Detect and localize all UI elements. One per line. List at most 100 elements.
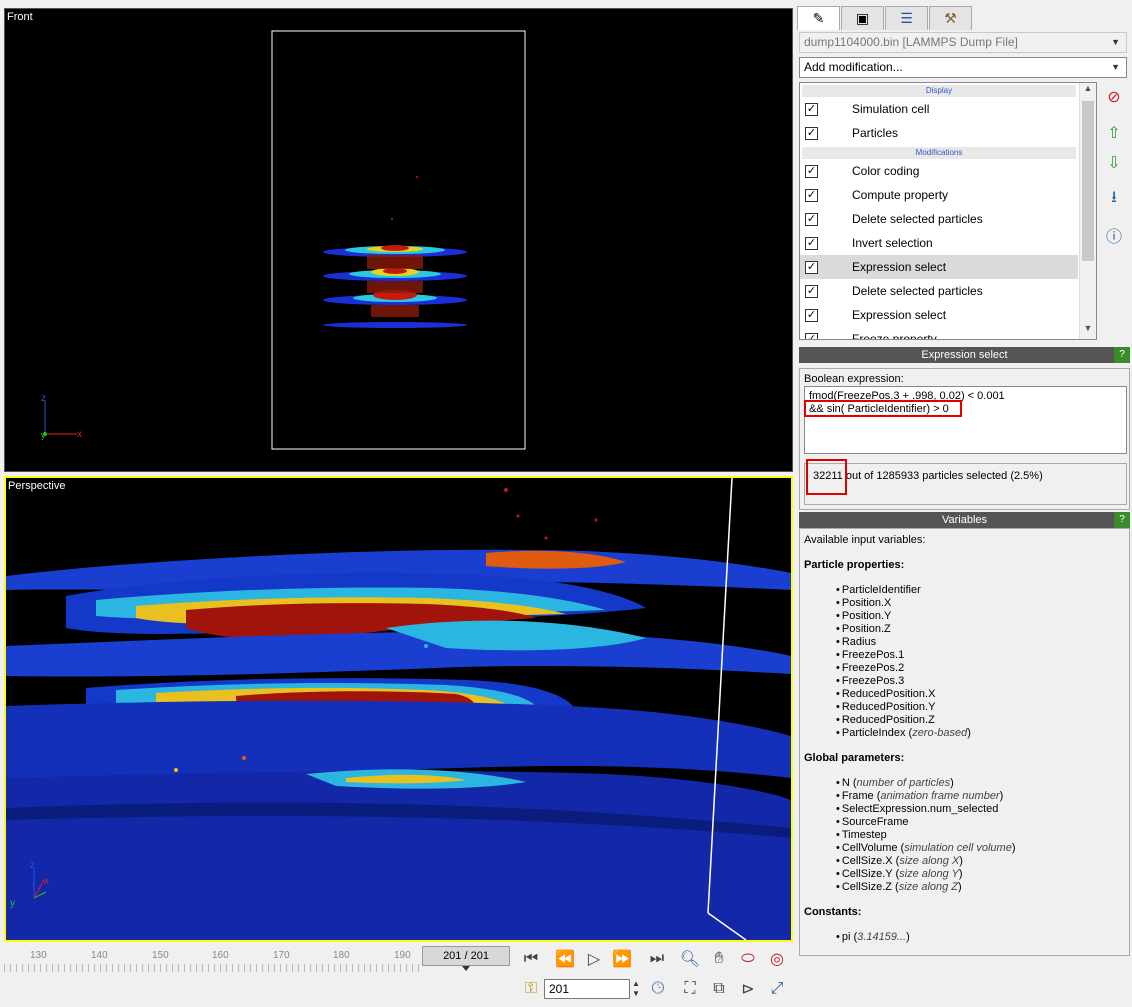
global-parameters-title: Global parameters: bbox=[804, 752, 905, 764]
scrollbar-thumb[interactable] bbox=[1082, 101, 1094, 261]
pipeline-scrollbar[interactable]: ▲ ▼ bbox=[1079, 83, 1096, 339]
pipeline-source-label: dump1104000.bin [LAMMPS Dump File] bbox=[804, 35, 1018, 49]
checkbox[interactable]: ✓ bbox=[805, 164, 818, 178]
selected-summary: out of 1285933 particles selected (2.5%) bbox=[842, 470, 1043, 482]
pipeline-item[interactable]: ✓ Freeze property bbox=[800, 327, 1078, 340]
checkbox[interactable]: ✓ bbox=[805, 260, 818, 274]
time-slider-handle[interactable]: 201 / 201 bbox=[422, 946, 510, 966]
pipeline-item[interactable]: ✓ Simulation cell bbox=[800, 97, 1078, 121]
animation-timeline[interactable]: 130 140 150 160 170 180 190 bbox=[4, 944, 424, 974]
particle-properties-title: Particle properties: bbox=[804, 559, 905, 571]
pipeline-item-label: Simulation cell bbox=[852, 102, 930, 116]
animation-settings-key-icon[interactable]: ⚿ bbox=[518, 977, 544, 1001]
help-icon[interactable]: ⓘ bbox=[1101, 222, 1127, 248]
pipeline-item[interactable]: ✓ Delete selected particles bbox=[800, 207, 1078, 231]
checkbox[interactable]: ✓ bbox=[805, 284, 818, 298]
front-viewport[interactable]: Front x z y bbox=[4, 8, 793, 472]
pipeline-item[interactable]: ✓ Particles bbox=[800, 121, 1078, 145]
timeline-tick: 150 bbox=[152, 950, 169, 961]
zoom-all-icon[interactable]: ⧉ bbox=[706, 977, 732, 1001]
variable-item: ParticleIdentifier bbox=[836, 584, 971, 597]
timeline-tick: 170 bbox=[273, 950, 290, 961]
chevron-down-icon: ▼ bbox=[1111, 62, 1120, 72]
variable-item: Timestep bbox=[836, 829, 1016, 842]
pipeline-item-label: Compute property bbox=[852, 188, 949, 202]
utilities-icon[interactable]: ⚒ bbox=[929, 6, 972, 30]
modification-pipeline-list[interactable]: Display ✓ Simulation cell ✓ Particles Mo… bbox=[799, 82, 1097, 340]
pan-icon[interactable]: ✋︎ bbox=[706, 947, 732, 971]
scroll-up-icon[interactable]: ▲ bbox=[1080, 83, 1096, 99]
variables-help-button[interactable]: ? bbox=[1114, 512, 1130, 528]
save-preset-icon[interactable]: ⭳ bbox=[1101, 186, 1127, 212]
pipeline-item-selected[interactable]: ✓ Expression select bbox=[800, 255, 1078, 279]
orbit-icon[interactable]: ⬭ bbox=[735, 947, 761, 971]
checkbox[interactable]: ✓ bbox=[805, 332, 818, 339]
expression-select-title: Expression select bbox=[921, 349, 1008, 361]
checkbox[interactable]: ✓ bbox=[805, 308, 818, 322]
front-scene: x z y bbox=[41, 30, 526, 450]
variable-item: pi (3.14159...) bbox=[836, 931, 910, 944]
maximize-viewport-icon[interactable]: ⛶ bbox=[677, 977, 703, 1001]
variable-item: Position.X bbox=[836, 597, 971, 610]
command-panel-tabs: ✎ ▣ ☰ ⚒ bbox=[797, 6, 973, 30]
pipeline-item[interactable]: ✓ Delete selected particles bbox=[800, 279, 1078, 303]
variable-item: Radius bbox=[836, 636, 971, 649]
zoom-scene-extents-icon[interactable]: ⤢ bbox=[764, 977, 790, 1001]
command-panel: ✎ ▣ ☰ ⚒ dump1104000.bin [LAMMPS Dump Fil… bbox=[797, 6, 1132, 956]
expression-help-button[interactable]: ? bbox=[1114, 347, 1130, 363]
persp-z-axis-label: z bbox=[30, 860, 35, 871]
variable-item: SourceFrame bbox=[836, 816, 1016, 829]
layers-icon[interactable]: ☰ bbox=[885, 6, 928, 30]
pipeline-item[interactable]: ✓ Expression select bbox=[800, 303, 1078, 327]
pipeline-item-label: Invert selection bbox=[852, 236, 933, 250]
pick-orbit-center-icon[interactable]: ◎ bbox=[764, 947, 790, 971]
delete-modifier-icon[interactable]: ⊘ bbox=[1101, 84, 1127, 110]
step-back-icon[interactable]: ⏪ bbox=[552, 947, 578, 971]
pipeline-item[interactable]: ✓ Color coding bbox=[800, 159, 1078, 183]
pipeline-item-label: Expression select bbox=[852, 308, 947, 322]
highlight-box-count bbox=[806, 459, 847, 495]
checkbox[interactable]: ✓ bbox=[805, 126, 818, 140]
modifications-section-header: Modifications bbox=[802, 147, 1076, 159]
checkbox[interactable]: ✓ bbox=[805, 236, 818, 250]
pipeline-item[interactable]: ✓ Compute property bbox=[800, 183, 1078, 207]
add-modification-label: Add modification... bbox=[804, 60, 903, 74]
variable-item: ParticleIndex (zero-based) bbox=[836, 727, 971, 740]
display-section-header: Display bbox=[802, 85, 1076, 97]
fov-icon[interactable]: ⊳ bbox=[735, 977, 761, 1001]
checkbox[interactable]: ✓ bbox=[805, 188, 818, 202]
particle-properties-list: ParticleIdentifier Position.X Position.Y… bbox=[836, 584, 971, 740]
variables-title: Variables bbox=[941, 514, 988, 526]
animation-settings-icon[interactable]: 🕒︎ bbox=[645, 977, 671, 1001]
pipeline-item[interactable]: ✓ Invert selection bbox=[800, 231, 1078, 255]
add-modification-combo[interactable]: Add modification... ▼ bbox=[799, 57, 1127, 78]
checkbox[interactable]: ✓ bbox=[805, 102, 818, 116]
goto-start-icon[interactable]: ⏮ bbox=[518, 947, 544, 971]
frame-spinner-arrows[interactable]: ▲ ▼ bbox=[630, 979, 642, 999]
zoom-icon[interactable]: 🔍︎ bbox=[677, 947, 703, 971]
pencil-icon[interactable]: ✎ bbox=[797, 6, 840, 30]
variable-item: Position.Y bbox=[836, 610, 971, 623]
chevron-down-icon: ▼ bbox=[1111, 37, 1120, 47]
expression-select-panel: Boolean expression: fmod(FreezePos.3 + .… bbox=[799, 368, 1130, 510]
pipeline-source-combo[interactable]: dump1104000.bin [LAMMPS Dump File] ▼ bbox=[799, 32, 1127, 53]
frame-spinner-input[interactable]: 201 bbox=[544, 979, 630, 999]
y-axis-label: y bbox=[41, 430, 46, 440]
global-parameters-list: N (number of particles) Frame (animation… bbox=[836, 777, 1016, 894]
pipeline-item-label: Freeze property bbox=[852, 332, 937, 340]
step-forward-icon[interactable]: ⏩ bbox=[609, 947, 635, 971]
variable-item: Position.Z bbox=[836, 623, 971, 636]
checkbox[interactable]: ✓ bbox=[805, 212, 818, 226]
scroll-down-icon[interactable]: ▼ bbox=[1080, 323, 1096, 339]
highlight-box-expression bbox=[804, 400, 962, 417]
move-up-icon[interactable]: ⇧ bbox=[1101, 120, 1127, 146]
timeline-ruler[interactable] bbox=[4, 964, 424, 972]
move-down-icon[interactable]: ⇩ bbox=[1101, 150, 1127, 176]
boolean-expression-input[interactable]: fmod(FreezePos.3 + .998, 0.02) < 0.001 &… bbox=[804, 386, 1127, 454]
variables-titlebar: Variables ? bbox=[799, 512, 1130, 528]
play-icon[interactable]: ▷ bbox=[581, 947, 607, 971]
perspective-viewport[interactable]: Perspective z y x bbox=[4, 476, 793, 942]
goto-end-icon[interactable]: ⏭ bbox=[644, 947, 670, 971]
render-icon[interactable]: ▣ bbox=[841, 6, 884, 30]
selection-status: 32211 out of 1285933 particles selected … bbox=[804, 463, 1127, 505]
